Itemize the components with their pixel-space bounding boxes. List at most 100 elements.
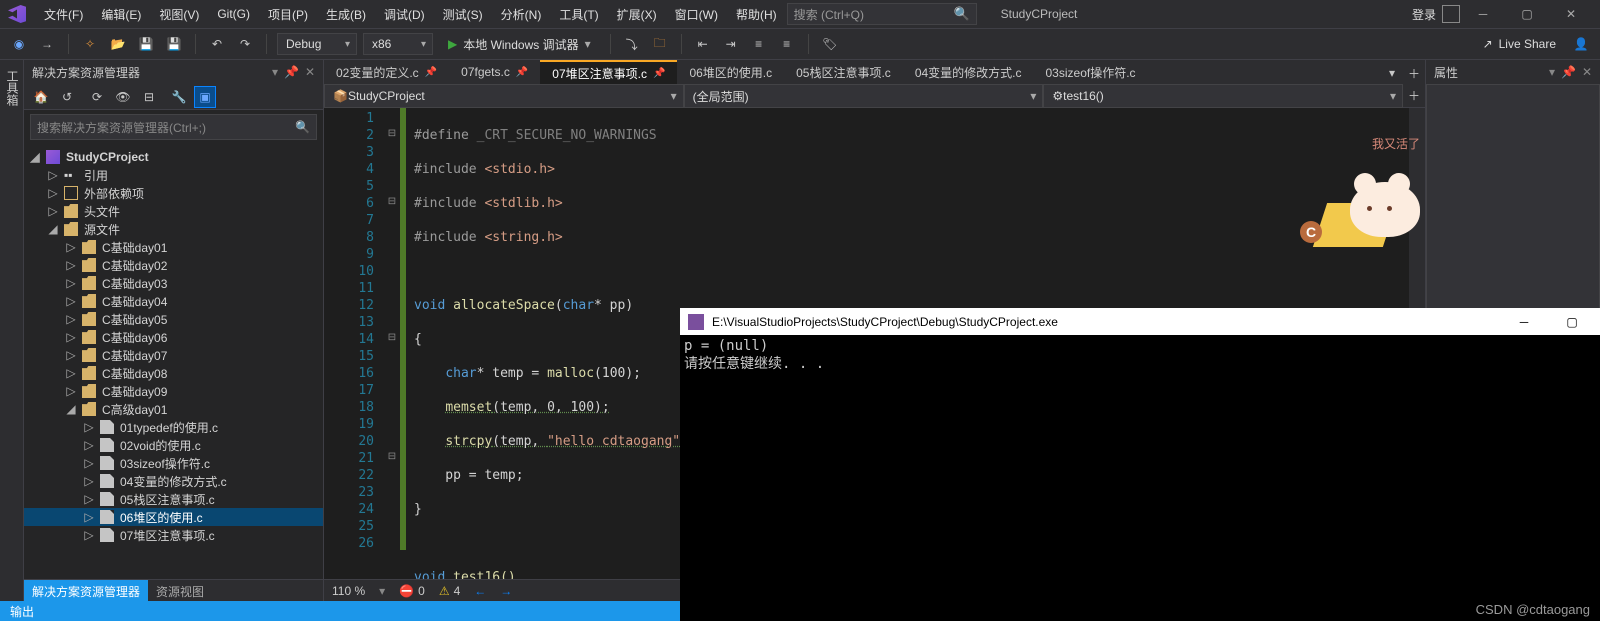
doc-tab-active[interactable]: 07堆区注意事项.c📌 — [540, 60, 677, 84]
menu-edit[interactable]: 编辑(E) — [93, 2, 149, 27]
doc-tab[interactable]: 07fgets.c📌 — [449, 60, 540, 84]
fold-margin[interactable]: ⊟⊟⊟⊟ — [384, 108, 400, 579]
solution-tree[interactable]: ◢StudyCProject ▷▪▪引用 ▷外部依赖项 ▷头文件 ◢源文件 ▷C… — [24, 144, 323, 579]
minimize-button[interactable]: ─ — [1462, 0, 1504, 28]
liveshare-button[interactable]: ↗Live Share — [1483, 37, 1556, 51]
start-debug-button[interactable]: ▶本地 Windows 调试器▾ — [439, 33, 600, 55]
dropdown-icon[interactable]: ▾ — [1549, 65, 1555, 79]
properties-icon[interactable]: 🔧 — [168, 86, 190, 108]
menu-test[interactable]: 测试(S) — [435, 2, 491, 27]
file-node-selected[interactable]: ▷06堆区的使用.c — [24, 508, 323, 526]
sync-icon[interactable]: ⟳ — [86, 86, 108, 108]
menu-project[interactable]: 项目(P) — [260, 2, 316, 27]
nav-left-icon[interactable]: ← — [474, 584, 486, 598]
error-icon[interactable]: ⛔ — [399, 584, 414, 598]
collapse-icon[interactable]: ⊟ — [138, 86, 160, 108]
nav-project-combo[interactable]: 📦 StudyCProject — [324, 84, 684, 108]
nav-fwd-icon[interactable]: → — [36, 33, 58, 55]
menu-ext[interactable]: 扩展(X) — [609, 2, 665, 27]
file-node[interactable]: ▷07堆区注意事项.c — [24, 526, 323, 544]
external-deps-node[interactable]: ▷外部依赖项 — [24, 184, 323, 202]
folder-node[interactable]: ▷C基础day08 — [24, 364, 323, 382]
show-all-icon[interactable]: 👁 — [112, 86, 134, 108]
save-all-icon[interactable]: 💾 — [163, 33, 185, 55]
file-node[interactable]: ▷02void的使用.c — [24, 436, 323, 454]
step-over-icon[interactable]: ⤵ — [621, 33, 643, 55]
liveshare-user-icon[interactable]: 👤 — [1570, 33, 1592, 55]
file-node[interactable]: ▷04变量的修改方式.c — [24, 472, 323, 490]
menu-help[interactable]: 帮助(H) — [728, 2, 785, 27]
close-button[interactable]: ✕ — [1550, 0, 1592, 28]
folder-node[interactable]: ▷C基础day06 — [24, 328, 323, 346]
platform-combo[interactable]: x86 — [363, 33, 433, 55]
global-search[interactable]: 搜索 (Ctrl+Q) 🔍 — [787, 3, 977, 25]
folder-node[interactable]: ▷C基础day03 — [24, 274, 323, 292]
view-code-icon[interactable]: ▣ — [194, 86, 216, 108]
doc-tab[interactable]: 02变量的定义.c📌 — [324, 60, 449, 84]
project-node[interactable]: ◢StudyCProject — [24, 148, 323, 166]
menu-analyze[interactable]: 分析(N) — [493, 2, 550, 27]
nav-back-icon[interactable]: ◉ — [8, 33, 30, 55]
maximize-button[interactable]: ▢ — [1506, 0, 1548, 28]
pin-icon[interactable]: 📌 — [284, 65, 299, 79]
folder-node[interactable]: ◢C高级day01 — [24, 400, 323, 418]
indent-in-icon[interactable]: ⇥ — [720, 33, 742, 55]
headers-node[interactable]: ▷头文件 — [24, 202, 323, 220]
solution-search[interactable]: 搜索解决方案资源管理器(Ctrl+;) 🔍 — [30, 114, 317, 140]
folder-node[interactable]: ▷C基础day07 — [24, 346, 323, 364]
save-icon[interactable]: 💾 — [135, 33, 157, 55]
open-icon[interactable]: 📂 — [107, 33, 129, 55]
solution-tab[interactable]: 解决方案资源管理器 — [24, 580, 148, 601]
folder-node[interactable]: ▷C基础day09 — [24, 382, 323, 400]
console-minimize[interactable]: ─ — [1504, 309, 1544, 335]
close-panel-icon[interactable]: ✕ — [1582, 65, 1592, 79]
folder-node[interactable]: ▷C基础day02 — [24, 256, 323, 274]
pin-icon[interactable]: 📌 — [1561, 65, 1576, 79]
folder-node[interactable]: ▷C基础day04 — [24, 292, 323, 310]
menu-debug[interactable]: 调试(D) — [376, 2, 433, 27]
menu-view[interactable]: 视图(V) — [151, 2, 207, 27]
menu-file[interactable]: 文件(F) — [36, 2, 91, 27]
doc-tab[interactable]: 03sizeof操作符.c — [1034, 60, 1148, 84]
history-icon[interactable]: ↺ — [56, 86, 78, 108]
menu-window[interactable]: 窗口(W) — [667, 2, 726, 27]
dropdown-icon[interactable]: ▾ — [272, 65, 278, 79]
file-node[interactable]: ▷03sizeof操作符.c — [24, 454, 323, 472]
undo-icon[interactable]: ↶ — [206, 33, 228, 55]
warning-icon[interactable]: ⚠ — [439, 584, 450, 598]
file-node[interactable]: ▷05栈区注意事项.c — [24, 490, 323, 508]
toolbox-vtab[interactable]: 工具箱 — [0, 60, 24, 601]
menu-build[interactable]: 生成(B) — [318, 2, 374, 27]
new-project-icon[interactable]: ✧ — [79, 33, 101, 55]
doc-tab[interactable]: 06堆区的使用.c — [677, 60, 784, 84]
uncomment-icon[interactable]: ≡ — [776, 33, 798, 55]
menu-tools[interactable]: 工具(T) — [551, 2, 606, 27]
nav-scope-combo[interactable]: (全局范围) — [684, 84, 1044, 108]
pin-icon[interactable]: 📌 — [653, 68, 665, 79]
folder-node[interactable]: ▷C基础day01 — [24, 238, 323, 256]
tab-add-icon[interactable]: ＋ — [1403, 62, 1425, 84]
nav-right-icon[interactable]: → — [500, 584, 512, 598]
nav-function-combo[interactable]: ⚙ test16() — [1043, 84, 1403, 108]
console-maximize[interactable]: ▢ — [1552, 309, 1592, 335]
home-icon[interactable]: 🏠 — [30, 86, 52, 108]
nav-split-icon[interactable]: ＋ — [1403, 84, 1425, 106]
references-node[interactable]: ▷▪▪引用 — [24, 166, 323, 184]
folder-icon[interactable]: 🗀 — [649, 33, 671, 55]
close-panel-icon[interactable]: ✕ — [305, 65, 315, 79]
file-node[interactable]: ▷01typedef的使用.c — [24, 418, 323, 436]
doc-tab[interactable]: 05栈区注意事项.c — [784, 60, 903, 84]
comment-icon[interactable]: ≡ — [748, 33, 770, 55]
bookmark-icon[interactable]: 🏷 — [819, 33, 841, 55]
signin-button[interactable]: 登录 — [1412, 5, 1460, 23]
zoom-level[interactable]: 110 % — [332, 584, 365, 598]
folder-node[interactable]: ▷C基础day05 — [24, 310, 323, 328]
pin-icon[interactable]: 📌 — [425, 67, 437, 78]
redo-icon[interactable]: ↷ — [234, 33, 256, 55]
tab-overflow-icon[interactable]: ▾ — [1381, 62, 1403, 84]
menu-git[interactable]: Git(G) — [209, 3, 258, 25]
doc-tab[interactable]: 04变量的修改方式.c — [903, 60, 1034, 84]
config-combo[interactable]: Debug — [277, 33, 357, 55]
pin-icon[interactable]: 📌 — [516, 67, 528, 78]
resource-view-tab[interactable]: 资源视图 — [148, 580, 212, 601]
